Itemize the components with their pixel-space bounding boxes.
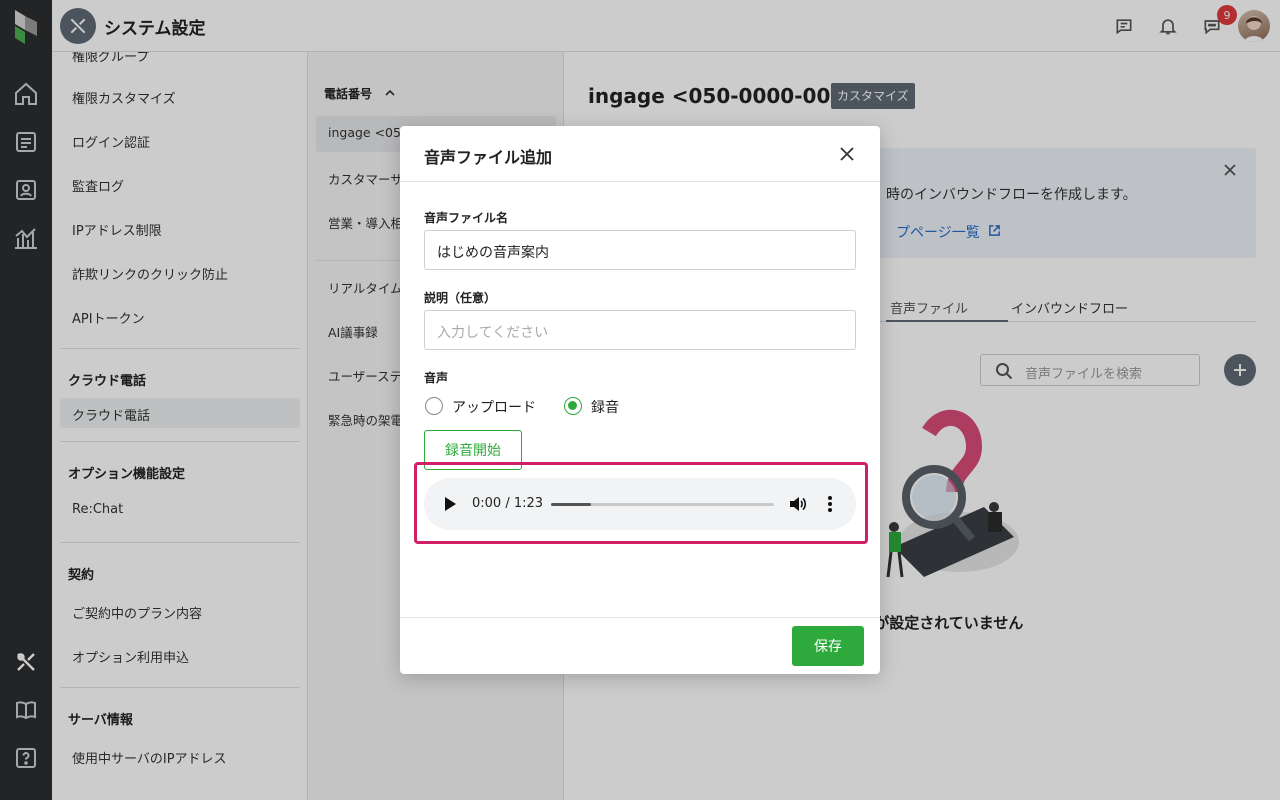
more-options-icon[interactable] bbox=[824, 494, 836, 514]
modal-footer-divider bbox=[400, 617, 880, 618]
radio-upload-label[interactable]: アップロード bbox=[452, 397, 536, 417]
modal-header: 音声ファイル追加 bbox=[400, 126, 880, 182]
audio-player: 0:00 / 1:23 bbox=[424, 478, 856, 530]
filename-label: 音声ファイル名 bbox=[424, 211, 509, 225]
radio-record-label[interactable]: 録音 bbox=[591, 397, 619, 417]
radio-upload[interactable] bbox=[425, 397, 443, 415]
close-icon[interactable] bbox=[839, 146, 855, 162]
player-time: 0:00 / 1:23 bbox=[472, 496, 544, 511]
progress-slider[interactable] bbox=[551, 503, 774, 506]
filename-input[interactable]: はじめの音声案内 bbox=[424, 230, 856, 270]
radio-record[interactable] bbox=[564, 397, 582, 415]
save-button[interactable]: 保存 bbox=[792, 626, 864, 666]
description-input[interactable]: 入力してください bbox=[424, 310, 856, 350]
volume-icon[interactable] bbox=[788, 494, 808, 514]
description-label: 説明（任意） bbox=[424, 291, 497, 305]
progress-fill bbox=[551, 503, 592, 506]
add-audio-file-dialog: 音声ファイル追加 音声ファイル名 はじめの音声案内 説明（任意） 入力してくださ… bbox=[400, 126, 880, 674]
voice-label: 音声 bbox=[424, 371, 449, 385]
modal-title: 音声ファイル追加 bbox=[424, 148, 553, 167]
play-icon[interactable] bbox=[442, 495, 458, 513]
